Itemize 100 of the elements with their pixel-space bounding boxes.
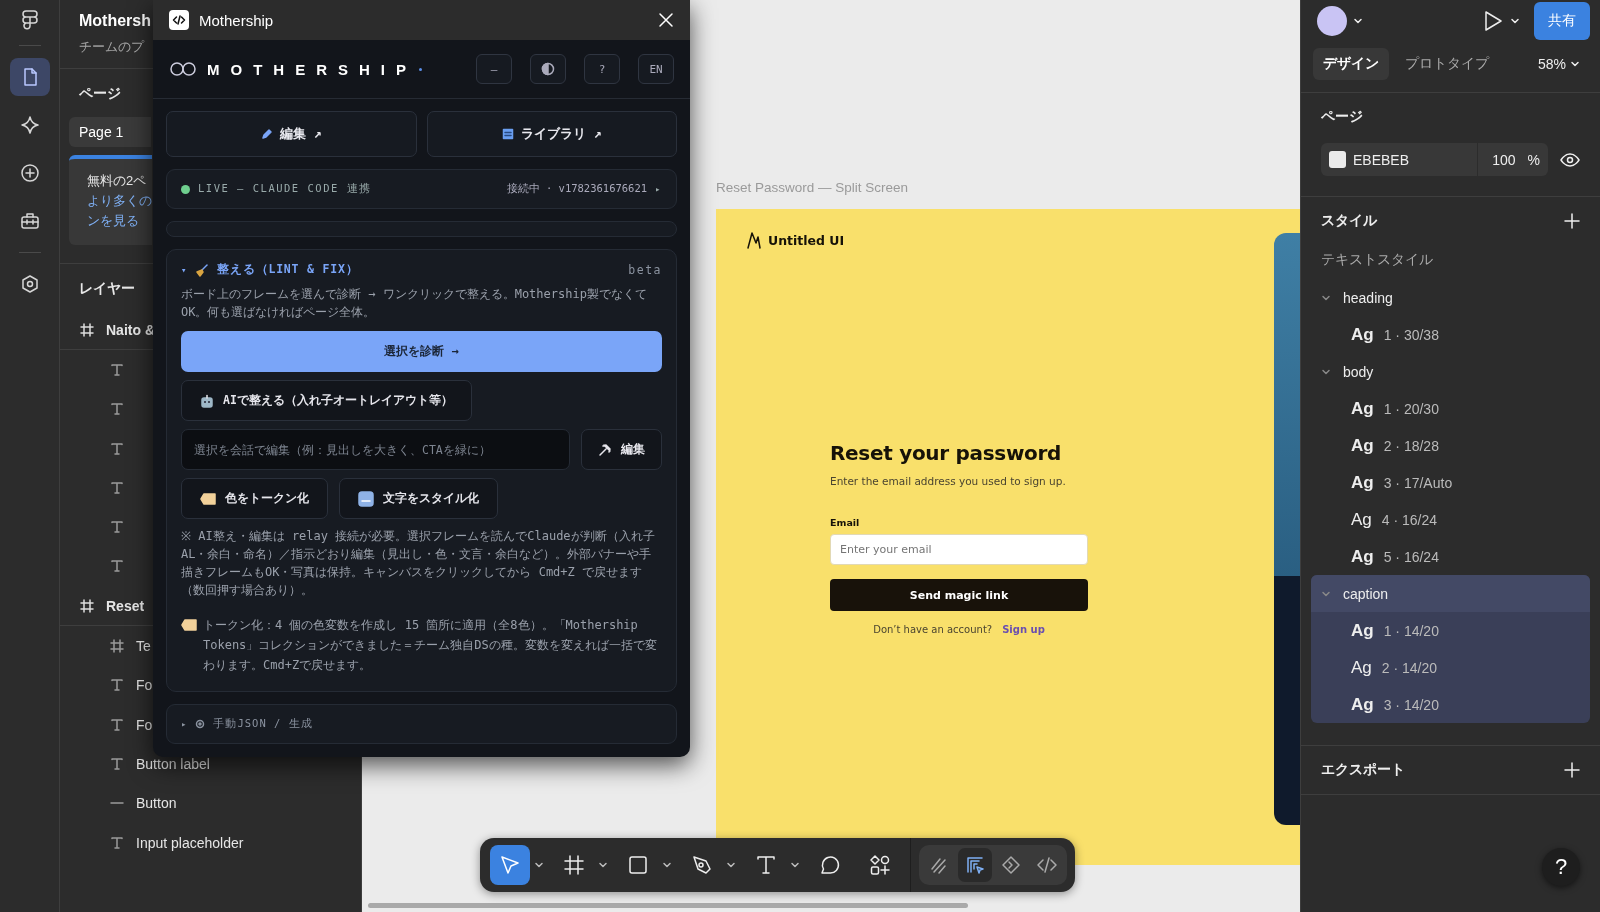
chevron-down-icon <box>662 860 672 870</box>
layer-name: Fo <box>136 716 153 733</box>
mode-button[interactable] <box>958 848 992 882</box>
page-item[interactable]: Page 1 <box>69 117 151 147</box>
dot-icon <box>419 67 422 71</box>
email-field[interactable]: Enter your email <box>830 534 1088 565</box>
manual-section-bar[interactable]: ▸ 手動JSON / 生成 <box>166 704 677 744</box>
pen-tool-icon <box>691 854 713 876</box>
zoom-dropdown[interactable]: 58% <box>1537 56 1588 72</box>
text-layer-icon <box>110 756 124 771</box>
text-style-row[interactable]: Ag 3 · 17/Auto <box>1321 464 1580 501</box>
book-icon <box>501 128 514 140</box>
tag-icon <box>181 619 197 631</box>
page-color-field[interactable]: EBEBEB 100 % <box>1321 143 1548 176</box>
text-style-row[interactable]: Ag 1 · 14/20 <box>1321 612 1580 649</box>
edit-button[interactable]: 編集 <box>581 429 662 470</box>
toolbox-icon <box>19 211 40 231</box>
tool-button[interactable] <box>490 845 530 885</box>
tokenize-button[interactable]: 文字をスタイル化 <box>339 478 498 519</box>
ai-fix-button[interactable]: AIで整える（入れ子オートレイアウト等） <box>181 380 472 421</box>
result-text: トークン化：4 個の色変数を作成し 15 箇所に適用（全8色）。「Mothership Tokens」コレクションができました＝チーム独自DSの種。変数を変えれば一括で変わります。Cmd+Zで戻せます。 <box>203 617 658 674</box>
close-icon <box>658 12 674 28</box>
style-sample: Ag <box>1351 435 1374 456</box>
share-button[interactable]: 共有 <box>1534 2 1590 40</box>
text-layer-icon <box>110 678 124 693</box>
text-style-row[interactable]: Ag 2 · 18/28 <box>1321 427 1580 464</box>
layer-name: Te <box>136 638 151 654</box>
layout-icon <box>965 855 985 875</box>
send-button[interactable]: Send magic link <box>830 579 1088 611</box>
text-style-row[interactable]: Ag 4 · 16/24 <box>1321 501 1580 538</box>
field-label: Email <box>830 517 861 528</box>
style-group-name: caption <box>1343 585 1389 602</box>
brand-name: MOTHERSHIP <box>207 60 417 78</box>
broom-icon <box>195 262 210 277</box>
close-button[interactable] <box>658 12 674 28</box>
avatar[interactable] <box>1317 6 1347 36</box>
text-layer-icon <box>110 402 124 417</box>
text-style-row[interactable]: Ag 3 · 14/20 <box>1321 686 1580 723</box>
header-button[interactable]: ? <box>584 54 620 84</box>
live-status-bar[interactable]: LIVE — CLAUDE CODE 連携 接続中 · v1782361676621 ▸ <box>166 169 677 209</box>
logo-text: Untitled UI <box>768 232 845 248</box>
style-group[interactable]: heading Ag 1 · 30/38 <box>1311 279 1590 353</box>
rail-button[interactable] <box>9 58 50 96</box>
style-label: 3 · 14/20 <box>1383 696 1439 713</box>
tool-dropdown[interactable] <box>790 860 800 870</box>
play-icon <box>1482 9 1504 33</box>
style-sample: Ag <box>1351 694 1374 715</box>
style-group[interactable]: body Ag 1 · 20/30 Ag 2 · 18/28 Ag 3 · 17/Auto Ag 4 · 16/24 Ag 5 · 16/24 <box>1311 353 1590 575</box>
layer-name: Button <box>136 795 177 812</box>
text-style-row[interactable]: Ag 2 · 14/20 <box>1321 649 1580 686</box>
edit-prompt-field[interactable]: 選択を会話で編集（例：見出しを大きく、CTAを緑に） <box>181 429 570 470</box>
header-button[interactable]: EN <box>638 54 674 84</box>
chevron-down-icon <box>598 860 608 870</box>
style-label: 2 · 18/28 <box>1383 437 1439 454</box>
sparkle-icon <box>19 115 40 135</box>
text-style-row[interactable]: Ag 5 · 16/24 <box>1321 538 1580 575</box>
text-style-row[interactable]: Ag 1 · 20/30 <box>1321 390 1580 427</box>
style-label: 4 · 16/24 <box>1381 511 1438 528</box>
frame-tool-icon <box>563 854 585 876</box>
upgrade-link[interactable]: より多くの <box>87 191 152 211</box>
style-group-row[interactable]: body <box>1321 353 1580 390</box>
style-group-row[interactable]: caption <box>1311 575 1590 612</box>
chevron-down-icon <box>1353 16 1363 26</box>
expand-toggle[interactable]: ▸ <box>655 184 662 194</box>
text-layer-icon <box>110 717 124 732</box>
theme-button[interactable] <box>530 54 566 84</box>
collapse-toggle[interactable]: ▾ <box>181 264 188 275</box>
header-button[interactable]: — <box>476 54 512 84</box>
shapes-icon <box>869 854 891 876</box>
diagnose-button[interactable]: 選択を診断 → <box>181 331 662 372</box>
gear-icon <box>195 719 206 729</box>
panel-tab[interactable]: プロトタイプ <box>1395 48 1499 80</box>
window-title: Mothership <box>199 11 274 29</box>
style-group-name: heading <box>1343 289 1393 306</box>
form-heading: Reset your password <box>830 441 1063 465</box>
logo-mark-icon <box>746 231 762 249</box>
link-button[interactable]: ライブラリ ↗ <box>426 111 677 157</box>
text-layer-icon <box>110 480 124 495</box>
eye-icon <box>1560 151 1580 168</box>
tool-dropdown[interactable] <box>598 860 608 870</box>
help-button[interactable]: ? <box>1542 848 1580 886</box>
signup-link[interactable]: Sign up <box>1002 624 1045 635</box>
tool-dropdown[interactable] <box>662 860 672 870</box>
link-button[interactable]: 編集 ↗ <box>166 111 417 157</box>
tool-dropdown[interactable] <box>534 860 544 870</box>
style-group-row[interactable]: heading <box>1321 279 1580 316</box>
plus-icon <box>1564 213 1580 229</box>
tokenize-button[interactable]: 色をトークン化 <box>181 478 328 519</box>
expand-toggle[interactable]: ▸ <box>181 719 188 729</box>
panel-tab[interactable]: デザイン <box>1313 48 1389 80</box>
tool-dropdown[interactable] <box>726 860 736 870</box>
opacity-value: 100 <box>1492 151 1516 168</box>
text-style-row[interactable]: Ag 1 · 30/38 <box>1321 316 1580 353</box>
style-sample: Ag <box>1351 472 1374 493</box>
code-icon <box>1037 855 1057 875</box>
style-group[interactable]: caption Ag 1 · 14/20 Ag 2 · 14/20 Ag 3 · 14/20 <box>1311 575 1590 723</box>
upgrade-link[interactable]: ンを見る <box>87 211 139 231</box>
line-icon <box>110 802 124 805</box>
section-heading: レイヤー <box>78 279 136 298</box>
chevron-down-icon <box>726 860 736 870</box>
